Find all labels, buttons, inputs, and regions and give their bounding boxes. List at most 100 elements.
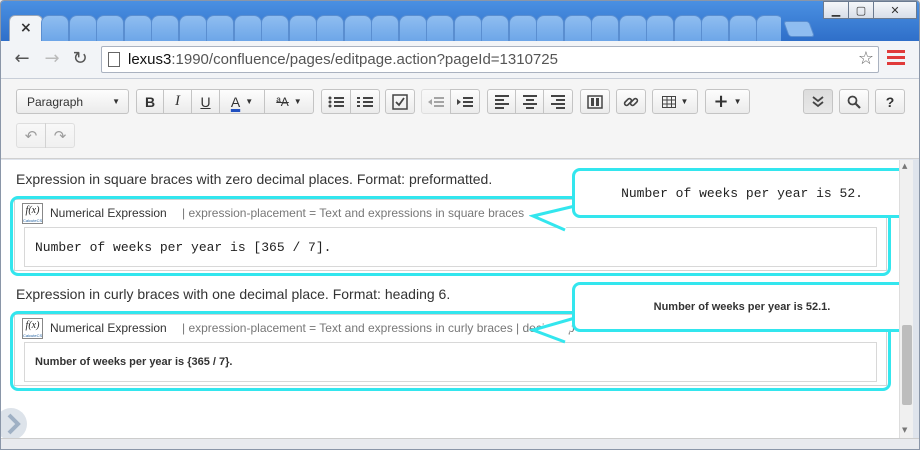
background-tab[interactable]: [343, 15, 372, 41]
scroll-up-icon[interactable]: ▲: [902, 162, 907, 170]
help-icon: ?: [885, 93, 895, 110]
scroll-down-icon[interactable]: ▼: [902, 426, 907, 434]
result-callout-1-text: Number of weeks per year is 52.: [621, 185, 863, 201]
indent-button[interactable]: [450, 89, 480, 114]
undo-icon: ↶: [24, 126, 38, 145]
italic-button[interactable]: I: [163, 89, 192, 114]
chevron-down-icon: ▼: [680, 97, 689, 106]
paragraph-square-braces[interactable]: Expression in square braces with zero de…: [16, 171, 492, 187]
insert-link-button[interactable]: [616, 89, 646, 114]
task-list-button[interactable]: [385, 89, 415, 114]
background-tab[interactable]: [371, 15, 399, 41]
background-tab[interactable]: [453, 15, 482, 41]
checkbox-icon: [392, 93, 408, 110]
background-tab[interactable]: [756, 15, 781, 41]
scroll-thumb[interactable]: [902, 325, 912, 405]
close-window-button[interactable]: ✕: [873, 1, 917, 19]
window-bottom-edge: [1, 438, 919, 449]
background-tab[interactable]: [536, 15, 564, 41]
chevron-down-icon: ▼: [245, 97, 254, 106]
paragraph-curly-braces[interactable]: Expression in curly braces with one deci…: [16, 286, 450, 302]
vertical-scrollbar[interactable]: ▲ ▼: [899, 160, 913, 438]
bullet-list-icon: [328, 96, 344, 107]
background-tab[interactable]: [481, 15, 509, 41]
forward-arrow-icon[interactable]: →: [41, 48, 63, 70]
align-left-button[interactable]: [487, 89, 516, 114]
editor-toolbar: Paragraph ▼ B I U A ▼ ªA ▼ ▼ + ▼ ? ↶ ↷: [1, 79, 919, 159]
page-icon: [108, 52, 120, 67]
close-tab-icon[interactable]: ×: [20, 20, 32, 36]
double-chevron-down-icon: [812, 95, 824, 107]
text-color-icon: A: [230, 93, 241, 110]
reload-icon[interactable]: ↻: [69, 48, 91, 70]
numbered-list-button[interactable]: [350, 89, 380, 114]
background-tab[interactable]: [178, 15, 207, 41]
paragraph-format-select[interactable]: Paragraph ▼: [16, 89, 129, 114]
more-formatting-button[interactable]: ªA ▼: [264, 89, 314, 114]
indent-icon: [457, 96, 473, 107]
chevron-down-icon: ▼: [112, 97, 120, 106]
outdent-icon: [428, 96, 444, 107]
url-host: lexus3: [128, 51, 172, 68]
maximize-button[interactable]: ▢: [848, 1, 874, 19]
background-tab[interactable]: [426, 15, 454, 41]
align-right-button[interactable]: [543, 89, 573, 114]
insert-more-button[interactable]: + ▼: [705, 89, 750, 114]
result-callout-2: Number of weeks per year is 52.1.: [572, 282, 912, 332]
undo-button[interactable]: ↶: [16, 123, 46, 148]
background-tab[interactable]: [398, 15, 427, 41]
minimize-button[interactable]: ▁: [823, 1, 849, 19]
link-icon: [623, 97, 639, 106]
help-button[interactable]: ?: [875, 89, 905, 114]
background-tab[interactable]: [96, 15, 124, 41]
background-tab[interactable]: [728, 15, 757, 41]
text-color-button[interactable]: A ▼: [219, 89, 265, 114]
background-tab[interactable]: [701, 15, 729, 41]
background-tab[interactable]: [288, 15, 317, 41]
browser-tab[interactable]: ×: [9, 15, 43, 41]
background-tab[interactable]: [41, 15, 69, 41]
align-left-icon: [494, 93, 509, 111]
new-tab-button[interactable]: [783, 21, 815, 37]
bullet-list-button[interactable]: [321, 89, 351, 114]
background-tab[interactable]: [591, 15, 619, 41]
background-tab[interactable]: [68, 15, 97, 41]
background-tab[interactable]: [508, 15, 537, 41]
background-tab[interactable]: [151, 15, 179, 41]
align-center-icon: [522, 93, 537, 111]
find-replace-button[interactable]: [839, 89, 869, 114]
background-tab[interactable]: [261, 15, 289, 41]
expand-toolbar-button[interactable]: [803, 89, 833, 114]
window-controls: ▁ ▢ ✕: [823, 1, 917, 19]
table-icon: [661, 95, 676, 108]
back-arrow-icon[interactable]: ←: [11, 48, 33, 70]
result-callout-1: Number of weeks per year is 52.: [572, 168, 912, 218]
url-text[interactable]: lexus3:1990/confluence/pages/editpage.ac…: [128, 51, 558, 68]
browser-menu-icon[interactable]: [887, 50, 905, 68]
plus-icon: +: [713, 91, 729, 112]
page-layout-button[interactable]: [580, 89, 610, 114]
editor-content[interactable]: Expression in square braces with zero de…: [1, 160, 913, 438]
background-tab[interactable]: [206, 15, 234, 41]
outdent-button[interactable]: [421, 89, 451, 114]
layout-icon: [587, 94, 603, 109]
bookmark-star-icon[interactable]: ☆: [858, 48, 874, 69]
tab-strip: × ▁ ▢ ✕: [1, 1, 919, 41]
background-tab[interactable]: [618, 15, 647, 41]
background-tab[interactable]: [673, 15, 702, 41]
address-bar[interactable]: lexus3:1990/confluence/pages/editpage.ac…: [101, 46, 879, 73]
background-tab[interactable]: [233, 15, 262, 41]
background-tab[interactable]: [563, 15, 592, 41]
bold-button[interactable]: B: [136, 89, 164, 114]
browser-window: × ▁ ▢ ✕ ← → ↻ lexus3:1990/confluence/pag…: [0, 0, 920, 450]
align-center-button[interactable]: [515, 89, 544, 114]
redo-button[interactable]: ↷: [45, 123, 75, 148]
underline-button[interactable]: U: [191, 89, 220, 114]
side-chevron-right-icon[interactable]: [1, 406, 33, 442]
background-tab[interactable]: [123, 15, 152, 41]
redo-icon: ↷: [53, 126, 67, 145]
insert-table-button[interactable]: ▼: [652, 89, 698, 114]
url-path: :1990/confluence/pages/editpage.action?p…: [171, 51, 558, 68]
background-tab[interactable]: [646, 15, 674, 41]
background-tab[interactable]: [316, 15, 344, 41]
